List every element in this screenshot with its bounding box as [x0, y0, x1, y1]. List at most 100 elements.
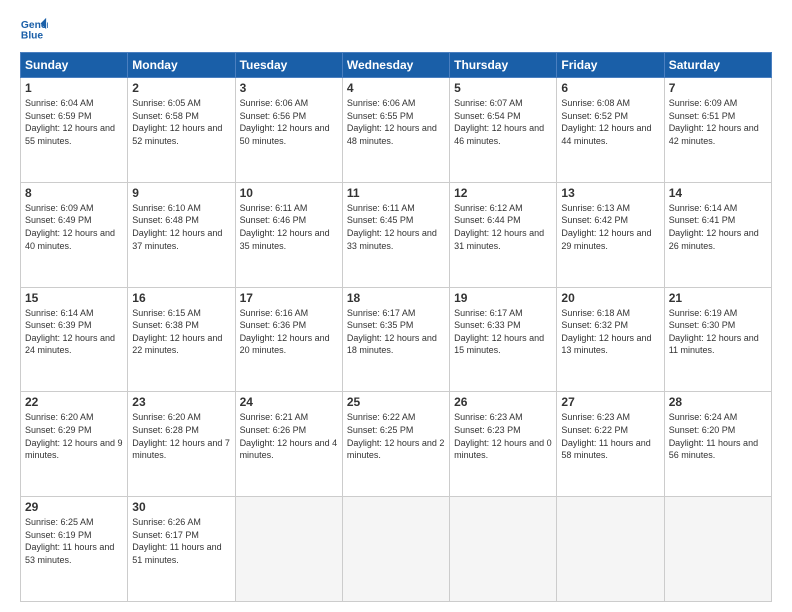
cell-daylight: Daylight: 12 hours and 0 minutes. — [454, 438, 552, 461]
cell-sunrise: Sunrise: 6:17 AM — [347, 308, 416, 318]
calendar-cell: 1 Sunrise: 6:04 AM Sunset: 6:59 PM Dayli… — [21, 78, 128, 183]
calendar-day-header: Thursday — [450, 53, 557, 78]
cell-sunrise: Sunrise: 6:15 AM — [132, 308, 201, 318]
cell-daylight: Daylight: 12 hours and 4 minutes. — [240, 438, 338, 461]
day-number: 3 — [240, 81, 338, 95]
day-number: 23 — [132, 395, 230, 409]
calendar-cell: 19 Sunrise: 6:17 AM Sunset: 6:33 PM Dayl… — [450, 287, 557, 392]
calendar-cell: 30 Sunrise: 6:26 AM Sunset: 6:17 PM Dayl… — [128, 497, 235, 602]
day-number: 22 — [25, 395, 123, 409]
day-number: 13 — [561, 186, 659, 200]
cell-sunrise: Sunrise: 6:26 AM — [132, 517, 201, 527]
cell-sunset: Sunset: 6:42 PM — [561, 215, 628, 225]
calendar-cell: 11 Sunrise: 6:11 AM Sunset: 6:45 PM Dayl… — [342, 182, 449, 287]
calendar-cell: 21 Sunrise: 6:19 AM Sunset: 6:30 PM Dayl… — [664, 287, 771, 392]
calendar-week-row: 22 Sunrise: 6:20 AM Sunset: 6:29 PM Dayl… — [21, 392, 772, 497]
calendar-cell: 15 Sunrise: 6:14 AM Sunset: 6:39 PM Dayl… — [21, 287, 128, 392]
cell-sunset: Sunset: 6:23 PM — [454, 425, 521, 435]
cell-sunrise: Sunrise: 6:07 AM — [454, 98, 523, 108]
calendar-cell: 20 Sunrise: 6:18 AM Sunset: 6:32 PM Dayl… — [557, 287, 664, 392]
cell-sunrise: Sunrise: 6:14 AM — [25, 308, 94, 318]
calendar-day-header: Sunday — [21, 53, 128, 78]
calendar-cell: 23 Sunrise: 6:20 AM Sunset: 6:28 PM Dayl… — [128, 392, 235, 497]
cell-daylight: Daylight: 12 hours and 9 minutes. — [25, 438, 123, 461]
cell-sunset: Sunset: 6:56 PM — [240, 111, 307, 121]
cell-daylight: Daylight: 12 hours and 24 minutes. — [25, 333, 115, 356]
day-number: 15 — [25, 291, 123, 305]
cell-daylight: Daylight: 12 hours and 29 minutes. — [561, 228, 651, 251]
cell-daylight: Daylight: 11 hours and 53 minutes. — [25, 542, 114, 565]
cell-sunrise: Sunrise: 6:19 AM — [669, 308, 738, 318]
day-number: 29 — [25, 500, 123, 514]
cell-daylight: Daylight: 12 hours and 42 minutes. — [669, 123, 759, 146]
day-number: 10 — [240, 186, 338, 200]
calendar-header-row: SundayMondayTuesdayWednesdayThursdayFrid… — [21, 53, 772, 78]
cell-sunrise: Sunrise: 6:23 AM — [561, 412, 630, 422]
calendar-week-row: 29 Sunrise: 6:25 AM Sunset: 6:19 PM Dayl… — [21, 497, 772, 602]
calendar-cell: 3 Sunrise: 6:06 AM Sunset: 6:56 PM Dayli… — [235, 78, 342, 183]
cell-sunrise: Sunrise: 6:21 AM — [240, 412, 309, 422]
day-number: 19 — [454, 291, 552, 305]
cell-sunset: Sunset: 6:33 PM — [454, 320, 521, 330]
calendar-cell: 6 Sunrise: 6:08 AM Sunset: 6:52 PM Dayli… — [557, 78, 664, 183]
calendar-cell: 17 Sunrise: 6:16 AM Sunset: 6:36 PM Dayl… — [235, 287, 342, 392]
calendar-cell — [235, 497, 342, 602]
cell-sunrise: Sunrise: 6:11 AM — [347, 203, 415, 213]
cell-sunset: Sunset: 6:35 PM — [347, 320, 414, 330]
calendar-cell: 29 Sunrise: 6:25 AM Sunset: 6:19 PM Dayl… — [21, 497, 128, 602]
calendar-cell: 27 Sunrise: 6:23 AM Sunset: 6:22 PM Dayl… — [557, 392, 664, 497]
cell-sunset: Sunset: 6:48 PM — [132, 215, 199, 225]
cell-sunset: Sunset: 6:58 PM — [132, 111, 199, 121]
cell-sunset: Sunset: 6:55 PM — [347, 111, 414, 121]
calendar-week-row: 8 Sunrise: 6:09 AM Sunset: 6:49 PM Dayli… — [21, 182, 772, 287]
cell-sunset: Sunset: 6:39 PM — [25, 320, 92, 330]
cell-sunset: Sunset: 6:54 PM — [454, 111, 521, 121]
day-number: 4 — [347, 81, 445, 95]
day-number: 17 — [240, 291, 338, 305]
cell-sunset: Sunset: 6:26 PM — [240, 425, 307, 435]
day-number: 8 — [25, 186, 123, 200]
page-header: General Blue — [20, 16, 772, 44]
calendar-cell: 18 Sunrise: 6:17 AM Sunset: 6:35 PM Dayl… — [342, 287, 449, 392]
calendar-cell: 9 Sunrise: 6:10 AM Sunset: 6:48 PM Dayli… — [128, 182, 235, 287]
cell-sunset: Sunset: 6:49 PM — [25, 215, 92, 225]
cell-sunrise: Sunrise: 6:23 AM — [454, 412, 523, 422]
cell-daylight: Daylight: 12 hours and 13 minutes. — [561, 333, 651, 356]
calendar-day-header: Monday — [128, 53, 235, 78]
cell-daylight: Daylight: 12 hours and 33 minutes. — [347, 228, 437, 251]
day-number: 12 — [454, 186, 552, 200]
cell-sunrise: Sunrise: 6:13 AM — [561, 203, 630, 213]
cell-sunrise: Sunrise: 6:17 AM — [454, 308, 523, 318]
cell-daylight: Daylight: 12 hours and 22 minutes. — [132, 333, 222, 356]
cell-sunset: Sunset: 6:38 PM — [132, 320, 199, 330]
cell-daylight: Daylight: 12 hours and 15 minutes. — [454, 333, 544, 356]
day-number: 5 — [454, 81, 552, 95]
cell-sunrise: Sunrise: 6:18 AM — [561, 308, 630, 318]
cell-sunrise: Sunrise: 6:10 AM — [132, 203, 201, 213]
calendar-cell — [664, 497, 771, 602]
logo-icon: General Blue — [20, 16, 48, 44]
cell-daylight: Daylight: 11 hours and 58 minutes. — [561, 438, 650, 461]
day-number: 6 — [561, 81, 659, 95]
cell-sunset: Sunset: 6:41 PM — [669, 215, 736, 225]
svg-text:Blue: Blue — [21, 30, 44, 41]
cell-sunset: Sunset: 6:51 PM — [669, 111, 736, 121]
cell-daylight: Daylight: 12 hours and 44 minutes. — [561, 123, 651, 146]
cell-sunset: Sunset: 6:19 PM — [25, 530, 92, 540]
day-number: 1 — [25, 81, 123, 95]
day-number: 18 — [347, 291, 445, 305]
cell-daylight: Daylight: 12 hours and 50 minutes. — [240, 123, 330, 146]
calendar-cell: 25 Sunrise: 6:22 AM Sunset: 6:25 PM Dayl… — [342, 392, 449, 497]
cell-daylight: Daylight: 12 hours and 52 minutes. — [132, 123, 222, 146]
calendar-cell — [557, 497, 664, 602]
calendar-cell: 13 Sunrise: 6:13 AM Sunset: 6:42 PM Dayl… — [557, 182, 664, 287]
cell-sunset: Sunset: 6:28 PM — [132, 425, 199, 435]
calendar-cell: 24 Sunrise: 6:21 AM Sunset: 6:26 PM Dayl… — [235, 392, 342, 497]
cell-daylight: Daylight: 12 hours and 20 minutes. — [240, 333, 330, 356]
cell-daylight: Daylight: 12 hours and 7 minutes. — [132, 438, 230, 461]
cell-sunset: Sunset: 6:22 PM — [561, 425, 628, 435]
cell-sunrise: Sunrise: 6:20 AM — [25, 412, 94, 422]
calendar-cell: 22 Sunrise: 6:20 AM Sunset: 6:29 PM Dayl… — [21, 392, 128, 497]
day-number: 14 — [669, 186, 767, 200]
calendar-cell: 28 Sunrise: 6:24 AM Sunset: 6:20 PM Dayl… — [664, 392, 771, 497]
